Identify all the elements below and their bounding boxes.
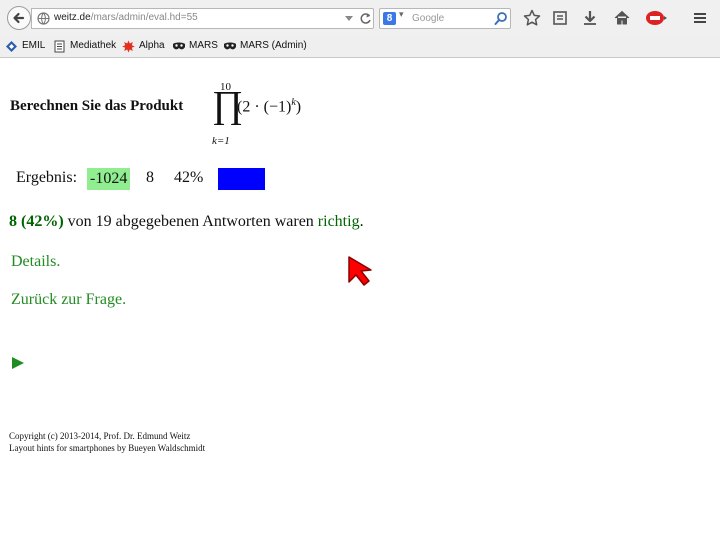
summary-count: 8 (42%) xyxy=(9,213,64,230)
product-lower-limit: k=1 xyxy=(212,135,230,147)
pointer-cursor-icon xyxy=(348,256,372,286)
url-bar[interactable]: weitz.de/mars/admin/eval.hd=55 xyxy=(31,8,374,29)
footer-copyright: Copyright (c) 2013-2014, Prof. Dr. Edmun… xyxy=(9,431,191,441)
result-label: Ergebnis: xyxy=(16,169,78,186)
question-title: Berechnen Sie das Produkt xyxy=(10,98,184,114)
history-dropdown-icon[interactable] xyxy=(343,11,355,26)
url-path: /mars/admin/eval.hd=55 xyxy=(90,12,198,23)
bookmark-star-icon[interactable] xyxy=(522,8,542,28)
bookmark-emil[interactable]: EMIL xyxy=(5,39,45,54)
bookmark-mars-admin[interactable]: MARS (Admin) xyxy=(223,39,307,54)
globe-icon xyxy=(37,12,50,25)
summary-correct-word: richtig xyxy=(317,213,360,230)
menu-icon[interactable] xyxy=(690,8,710,28)
addon-badge-icon[interactable] xyxy=(645,8,669,28)
bookmark-mediathek[interactable]: Mediathek xyxy=(53,39,117,54)
mask-icon xyxy=(224,42,236,50)
result-value: -1024 xyxy=(87,168,131,190)
page-content: Berechnen Sie das Produkt 10 ∏ k=1 (2 · … xyxy=(0,58,720,540)
search-engine-icon[interactable]: 8 xyxy=(383,12,396,25)
search-bar[interactable]: 8 ▾ Google xyxy=(379,8,511,29)
bookmark-label: EMIL xyxy=(22,40,46,51)
bookmarks-list-icon[interactable] xyxy=(550,8,570,28)
product-close: ) xyxy=(295,98,302,116)
magnifier-icon[interactable] xyxy=(494,11,508,26)
browser-toolbar: weitz.de/mars/admin/eval.hd=55 8 ▾ Googl… xyxy=(0,0,720,36)
summary-period: . xyxy=(359,213,364,230)
search-placeholder: Google xyxy=(412,13,445,24)
back-arrow-icon xyxy=(13,12,25,24)
bookmarks-bar: EMIL Mediathek Alpha MARS MARS (Admin) xyxy=(0,36,720,58)
splash-icon xyxy=(122,40,135,53)
bookmark-label: MARS (Admin) xyxy=(240,40,307,51)
download-icon[interactable] xyxy=(580,8,600,28)
url-host: weitz.de xyxy=(54,12,91,23)
back-button[interactable] xyxy=(7,6,31,30)
bookmark-label: Mediathek xyxy=(70,40,117,51)
answer-summary: 8 (42%) von 19 abgegebenen Antworten war… xyxy=(9,213,364,231)
back-to-question-link[interactable]: Zurück zur Frage. xyxy=(11,291,126,309)
product-expression: (2 · (−1)k) xyxy=(237,97,301,116)
details-link[interactable]: Details. xyxy=(11,253,60,271)
home-icon[interactable] xyxy=(612,8,632,28)
footer: Copyright (c) 2013-2014, Prof. Dr. Edmun… xyxy=(9,430,205,454)
footer-layout-credit: Layout hints for smartphones by Bueyen W… xyxy=(9,443,206,453)
chevron-down-icon[interactable]: ▾ xyxy=(399,10,404,20)
url-text[interactable]: weitz.de/mars/admin/eval.hd=55 xyxy=(54,12,198,23)
result-percent-bar xyxy=(218,168,265,190)
result-count: 8 xyxy=(146,169,154,186)
play-icon[interactable] xyxy=(11,356,25,370)
bookmark-mars[interactable]: MARS xyxy=(172,39,218,54)
emil-logo-icon xyxy=(6,41,17,52)
result-percent: 42% xyxy=(174,169,204,186)
bookmark-label: Alpha xyxy=(139,40,165,51)
product-formula: 10 ∏ k=1 (2 · (−1)k) xyxy=(208,80,328,147)
reload-icon[interactable] xyxy=(358,11,373,26)
mask-icon xyxy=(173,42,185,50)
bookmark-label: MARS xyxy=(189,40,218,51)
page-list-icon xyxy=(54,40,65,53)
summary-text: von 19 abgegebenen Antworten waren xyxy=(63,213,318,230)
bookmark-alpha[interactable]: Alpha xyxy=(122,39,166,54)
product-body: (2 · (−1) xyxy=(237,98,292,116)
